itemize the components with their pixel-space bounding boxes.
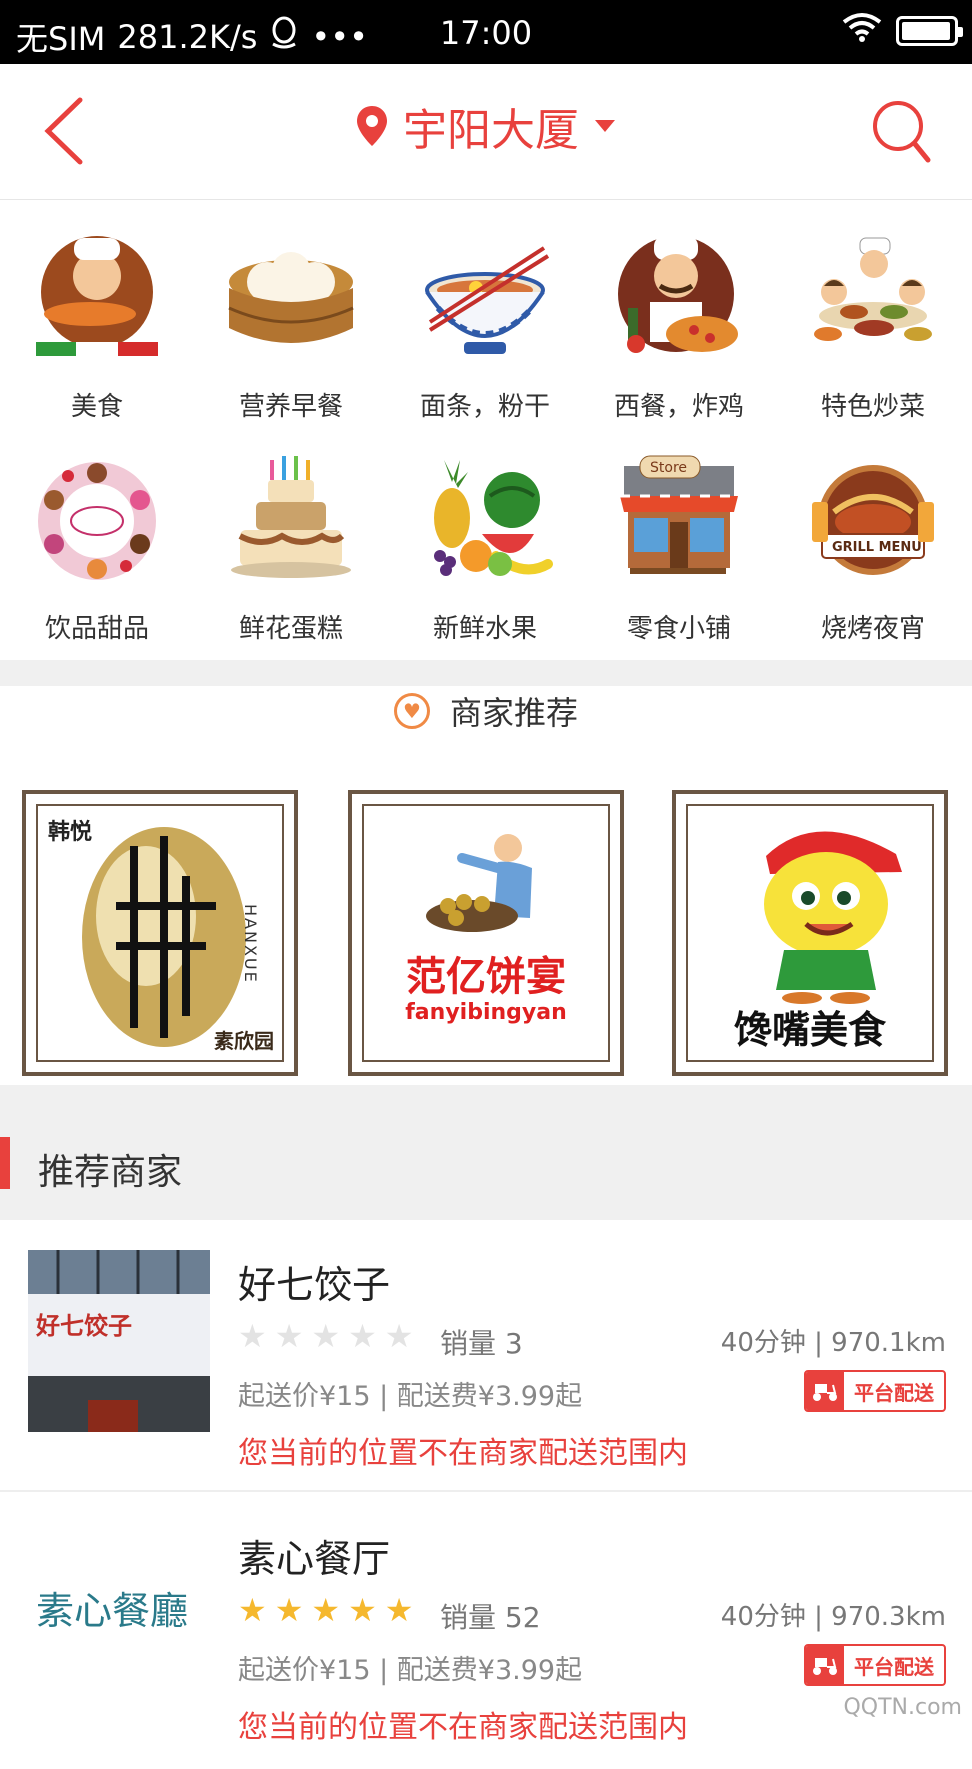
store-name: 好七饺子 <box>238 1263 391 1307</box>
platform-delivery-badge: 平台配送 <box>804 1644 946 1686</box>
sales-count: 销量 3 <box>440 1327 523 1360</box>
category-item[interactable]: GRILL MENU 烧烤夜宵 <box>776 452 970 645</box>
category-item[interactable]: 美食 <box>0 230 194 423</box>
category-item[interactable]: 面条，粉干 <box>388 230 582 423</box>
location-pin-icon <box>357 106 387 146</box>
caret-down-icon <box>595 120 615 132</box>
section-accent-bar <box>0 1137 10 1189</box>
rating-stars: ★ ★ ★ ★ ★ <box>238 1594 413 1626</box>
sales-count: 销量 52 <box>440 1601 541 1634</box>
category-label: 鲜花蛋糕 <box>238 614 343 644</box>
chef-pizza-icon <box>28 230 166 368</box>
location-selector[interactable]: 宇阳大厦 <box>0 94 972 158</box>
mascot-icon <box>764 831 902 1004</box>
list-divider <box>0 1490 972 1492</box>
grill-menu-icon: GRILL MENU <box>804 452 942 590</box>
category-item[interactable]: Store 零食小铺 <box>582 452 776 645</box>
rating-stars: ★ ★ ★ ★ ★ <box>238 1320 413 1352</box>
category-grid: 美食 营养早餐 面条，粉干 西餐，炸鸡 特色炒菜 饮品甜品 鲜花蛋糕 新鲜水果 … <box>0 200 972 660</box>
star-icon: ★ <box>274 1591 304 1629</box>
star-icon: ★ <box>238 1591 267 1629</box>
category-label: 面条，粉干 <box>419 392 550 422</box>
category-item[interactable]: 特色炒菜 <box>776 230 970 423</box>
platform-delivery-badge: 平台配送 <box>804 1370 946 1412</box>
delivery-range-notice: 您当前的位置不在商家配送范围内 <box>238 1710 688 1745</box>
category-label: 特色炒菜 <box>820 392 925 422</box>
top-nav: 宇阳大厦 <box>0 64 972 200</box>
store-sign-text: 素心餐廳 <box>36 1589 188 1633</box>
star-icon: ★ <box>311 1591 341 1629</box>
store-photo: 好七饺子 <box>28 1250 210 1432</box>
wifi-icon <box>842 12 882 50</box>
clock: 17:00 <box>439 14 533 52</box>
category-label: 饮品甜品 <box>44 614 149 644</box>
star-icon: ★ <box>274 1317 304 1355</box>
battery-icon <box>896 16 963 46</box>
scooter-icon <box>806 1372 844 1410</box>
category-label: 新鲜水果 <box>432 614 537 644</box>
fruits-icon <box>416 452 554 590</box>
featured-title-text: 商家推荐 <box>449 694 578 732</box>
featured-title: ♥ 商家推荐 <box>0 688 972 734</box>
fees-info: 起送价¥15 | 配送费¥3.99起 <box>238 1655 583 1686</box>
watermark: QQTN.com <box>843 1695 962 1720</box>
banner-hanxue[interactable]: 韩悦 HANXUE 素欣园 <box>22 790 298 1076</box>
eta-distance: 40分钟 | 970.3km <box>720 1602 946 1632</box>
banner-en: HANXUE <box>241 904 260 984</box>
baker-illustration-icon <box>426 834 532 932</box>
noodle-bowl-icon <box>416 230 554 368</box>
store-photo: 素心餐廳 <box>28 1524 210 1706</box>
section-divider <box>0 660 972 686</box>
heart-icon: ♥ <box>393 693 430 729</box>
store-sign-text: 好七饺子 <box>35 1311 132 1340</box>
category-label: 营养早餐 <box>238 392 343 422</box>
category-item[interactable]: 鲜花蛋糕 <box>194 452 388 645</box>
banner-sub: 素欣园 <box>214 1029 274 1053</box>
search-icon <box>873 101 931 163</box>
store-icon: Store <box>610 452 748 590</box>
birthday-cake-icon <box>222 452 360 590</box>
dessert-ring-icon <box>28 452 166 590</box>
star-icon: ★ <box>311 1317 341 1355</box>
svg-text:Store: Store <box>650 460 687 476</box>
category-item[interactable]: 西餐，炸鸡 <box>582 230 776 423</box>
category-label: 零食小铺 <box>626 614 731 644</box>
store-name: 素心餐厅 <box>238 1537 391 1581</box>
delivery-badge-label: 平台配送 <box>854 1654 934 1679</box>
chef-western-icon <box>610 230 748 368</box>
category-label: 美食 <box>70 392 123 422</box>
cooking-family-icon <box>804 230 942 368</box>
star-icon: ★ <box>384 1591 414 1629</box>
banner-chanzui[interactable]: 馋嘴美食 <box>672 790 948 1076</box>
recommended-header: 推荐商家 <box>0 1085 972 1220</box>
star-icon: ★ <box>384 1317 414 1355</box>
category-label: 西餐，炸鸡 <box>613 392 744 422</box>
banner-fanyibingyan[interactable]: 范亿饼宴 fanyibingyan <box>348 790 624 1076</box>
star-icon: ★ <box>348 1317 377 1355</box>
svg-text:GRILL MENU: GRILL MENU <box>832 540 922 555</box>
section-title: 推荐商家 <box>38 1152 183 1193</box>
steamed-buns-icon <box>222 230 360 368</box>
hanxue-logo-icon <box>82 827 246 1047</box>
banner-cn: 范亿饼宴 <box>406 954 566 1000</box>
status-bar: 无SIM 281.2K/s ••• 17:00 <box>0 0 972 64</box>
banner-cn: 馋嘴美食 <box>733 1008 886 1052</box>
category-item[interactable]: 营养早餐 <box>194 230 388 423</box>
delivery-badge-label: 平台配送 <box>854 1380 934 1405</box>
star-icon: ★ <box>238 1317 267 1355</box>
banner-cn: 韩悦 <box>48 820 93 845</box>
eta-distance: 40分钟 | 970.1km <box>720 1328 946 1358</box>
scooter-icon <box>806 1646 844 1684</box>
category-item[interactable]: 饮品甜品 <box>0 452 194 645</box>
category-label: 烧烤夜宵 <box>820 614 925 644</box>
location-name: 宇阳大厦 <box>403 105 579 156</box>
banner-en: fanyibingyan <box>405 1000 567 1025</box>
status-right <box>842 12 963 50</box>
search-button[interactable] <box>870 98 932 164</box>
store-card[interactable]: 好七饺子 好七饺子 ★ ★ ★ ★ ★ 销量 3 40分钟 | 970.1km 起送价¥… <box>0 1220 972 1495</box>
fees-info: 起送价¥15 | 配送费¥3.99起 <box>238 1381 583 1412</box>
star-icon: ★ <box>348 1591 377 1629</box>
category-item[interactable]: 新鲜水果 <box>388 452 582 645</box>
delivery-range-notice: 您当前的位置不在商家配送范围内 <box>238 1436 688 1471</box>
